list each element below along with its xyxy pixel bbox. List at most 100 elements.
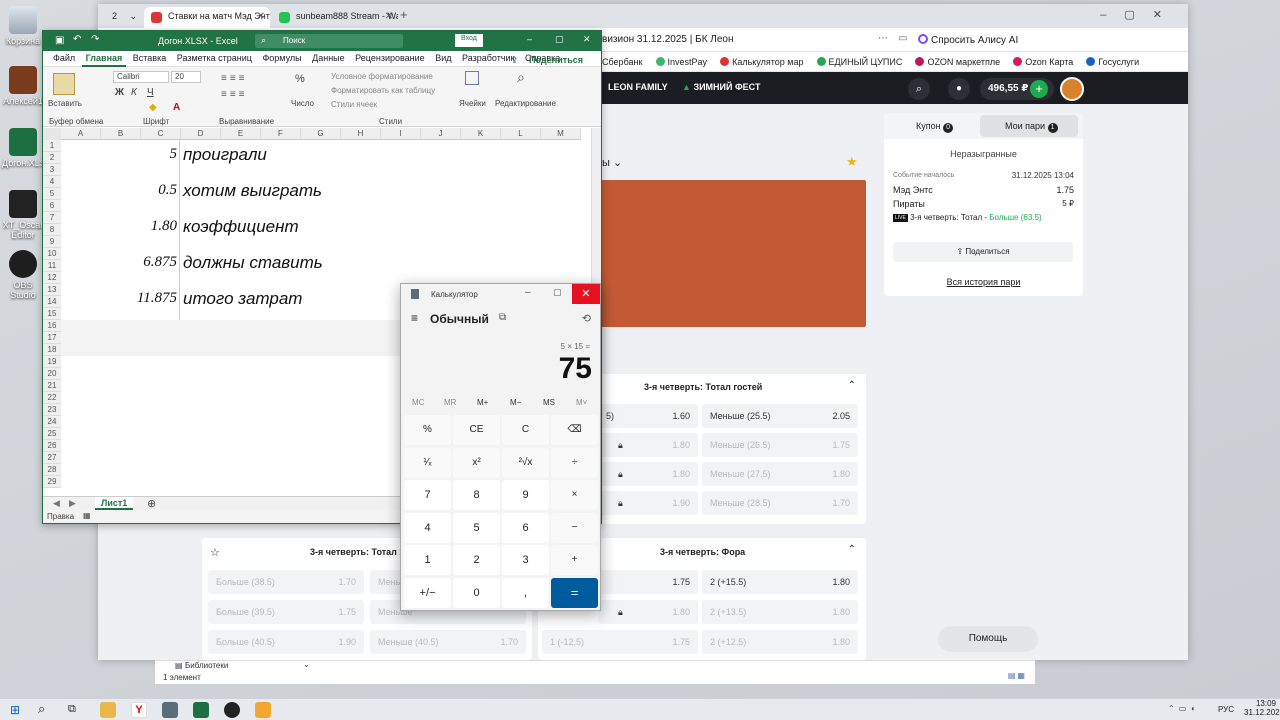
odd-button[interactable]: 1.75 [598, 570, 698, 594]
memory-clear-button[interactable]: MC [412, 398, 424, 407]
row-header[interactable]: 6 [43, 200, 61, 212]
digit-0-button[interactable]: 0 [453, 577, 500, 608]
maximize-icon[interactable]: ▢ [555, 34, 564, 45]
square-root-button[interactable]: ²√x [502, 447, 549, 478]
cell-label[interactable]: проиграли [183, 145, 267, 165]
digit-8-button[interactable]: 8 [453, 480, 500, 510]
sheet-tab-active[interactable]: Лист1 [95, 497, 134, 510]
row-header[interactable]: 26 [43, 440, 61, 452]
font-name-select[interactable]: Calibri [113, 71, 169, 83]
cell-value[interactable]: 11.875 [103, 290, 177, 307]
column-header[interactable]: I [381, 128, 421, 140]
digit-9-button[interactable]: 9 [502, 480, 549, 510]
ribbon-tab-review[interactable]: Рецензирование [351, 51, 429, 65]
subtract-button[interactable]: − [551, 512, 598, 543]
backspace-button[interactable]: ⌫ [551, 415, 598, 445]
chevron-up-icon[interactable]: ⌃ [848, 380, 856, 391]
equals-button[interactable]: = [551, 577, 598, 608]
tab-stream[interactable]: sunbeam888 Stream - Watch ✕ [272, 7, 398, 28]
minimize-icon[interactable]: – [527, 34, 532, 44]
bet-history-link[interactable]: Вся история пари [884, 277, 1083, 287]
page-title[interactable]: визион 31.12.2025 | БК Леон [602, 34, 734, 45]
memory-subtract-button[interactable]: M− [510, 398, 521, 407]
close-icon[interactable]: ✕ [1153, 9, 1180, 21]
tab-coupon[interactable]: Купон 0 [916, 121, 954, 133]
sheet-nav-right-icon[interactable]: ▶ [69, 498, 76, 509]
bookmark-icon[interactable]: ▭ [898, 33, 907, 44]
italic-button[interactable]: К [131, 87, 137, 98]
digit-1-button[interactable]: 1 [404, 545, 451, 575]
row-header[interactable]: 17 [43, 332, 61, 344]
close-icon[interactable]: ✕ [572, 284, 600, 304]
tab-close-icon[interactable]: ✕ [385, 11, 393, 22]
fill-color-icon[interactable]: ◆ [149, 102, 157, 113]
column-header[interactable]: G [301, 128, 341, 140]
bookmark-item[interactable]: Калькулятор мар [720, 57, 803, 67]
language-indicator[interactable]: РУС [1218, 705, 1234, 714]
bookmark-item[interactable]: ЕДИНЫЙ ЦУПИС [816, 57, 902, 67]
accessibility-icon[interactable]: ▦ [83, 511, 91, 520]
clock[interactable]: 13:09 31.12.2025 [1244, 699, 1280, 717]
maximize-icon[interactable]: ▢ [1124, 9, 1152, 21]
digit-7-button[interactable]: 7 [404, 480, 451, 510]
alice-button[interactable]: Спросить Алису AI [918, 34, 1018, 46]
cond-format-button[interactable]: Условное форматирование [331, 72, 433, 81]
desktop-icon-user[interactable]: Алексей1 [2, 66, 44, 106]
row-header[interactable]: 9 [43, 236, 61, 248]
row-header[interactable]: 7 [43, 212, 61, 224]
ribbon-tab-insert[interactable]: Вставка [129, 51, 170, 65]
bookmark-item[interactable]: OZON маркетпле [915, 57, 1000, 67]
star-outline-icon[interactable]: ☆ [210, 546, 220, 559]
memory-recall-button[interactable]: MR [444, 398, 456, 407]
tab-leon[interactable]: Ставки на матч Мэд Энтс ✕ [144, 7, 270, 28]
row-header[interactable]: 2 [43, 152, 61, 164]
desktop-icon-xt-oscar[interactable]: XT_Oscar Editor [2, 190, 44, 240]
sheet-nav-left-icon[interactable]: ◀ [53, 498, 60, 509]
column-header[interactable]: L [501, 128, 541, 140]
row-header[interactable]: 21 [43, 380, 61, 392]
row-header[interactable]: 22 [43, 392, 61, 404]
font-color-button[interactable]: A [173, 102, 180, 113]
digit-6-button[interactable]: 6 [502, 512, 549, 543]
select-all-corner[interactable] [43, 128, 61, 140]
save-icon[interactable]: ▣ [55, 35, 64, 46]
row-header[interactable]: 8 [43, 224, 61, 236]
column-header[interactable]: E [221, 128, 261, 140]
align-icons-2[interactable]: ≡≡≡ [221, 89, 248, 100]
desktop-icon-xlsx[interactable]: Догон.XLSX [2, 128, 52, 168]
obs-taskbar-icon[interactable] [224, 702, 240, 718]
multiply-button[interactable]: × [551, 480, 598, 510]
row-header[interactable]: 18 [43, 344, 61, 356]
signin-button[interactable]: Вход [455, 34, 483, 47]
bookmark-item[interactable]: InvestPay [655, 57, 707, 67]
row-header[interactable]: 1 [43, 140, 61, 152]
row-header[interactable]: 28 [43, 464, 61, 476]
row-header[interactable]: 23 [43, 404, 61, 416]
reciprocal-button[interactable]: ¹⁄ₓ [404, 447, 451, 478]
format-table-button[interactable]: Форматировать как таблицу [331, 86, 435, 95]
odd-button[interactable]: Меньше (25.5) 2.05 [702, 404, 858, 428]
cell-label[interactable]: коэффициент [183, 217, 299, 237]
column-header[interactable]: M [541, 128, 581, 140]
column-header[interactable]: H [341, 128, 381, 140]
tab-close-icon[interactable]: ✕ [257, 11, 265, 22]
undo-icon[interactable]: ↶ [73, 34, 81, 45]
cell-label[interactable]: итого затрат [183, 289, 302, 309]
desktop-icon-recycle-bin[interactable]: Корзина [2, 6, 44, 46]
ribbon-tab-home[interactable]: Главная [81, 51, 127, 67]
desktop-icon-obs[interactable]: OBS Studio [2, 250, 44, 300]
bold-button[interactable]: Ж [115, 87, 124, 98]
row-header[interactable]: 12 [43, 272, 61, 284]
row-header[interactable]: 15 [43, 308, 61, 320]
history-icon[interactable]: ⟲ [582, 312, 591, 325]
negate-button[interactable]: +/− [404, 577, 451, 608]
cell-label[interactable]: должны ставить [183, 253, 323, 273]
bookmark-item[interactable]: Госуслуги [1086, 57, 1139, 67]
bookmark-item[interactable]: Ozon Карта [1013, 57, 1073, 67]
tab-group-count[interactable]: 2 ⌄ [104, 7, 140, 28]
cell-value[interactable]: 5 [103, 146, 178, 163]
ribbon-tab-file[interactable]: Файл [49, 51, 79, 65]
new-tab-icon[interactable]: + [400, 7, 408, 22]
nav-winter-fest[interactable]: ▲ ЗИМНИЙ ФЕСТ [682, 82, 760, 92]
row-header[interactable]: 10 [43, 248, 61, 260]
